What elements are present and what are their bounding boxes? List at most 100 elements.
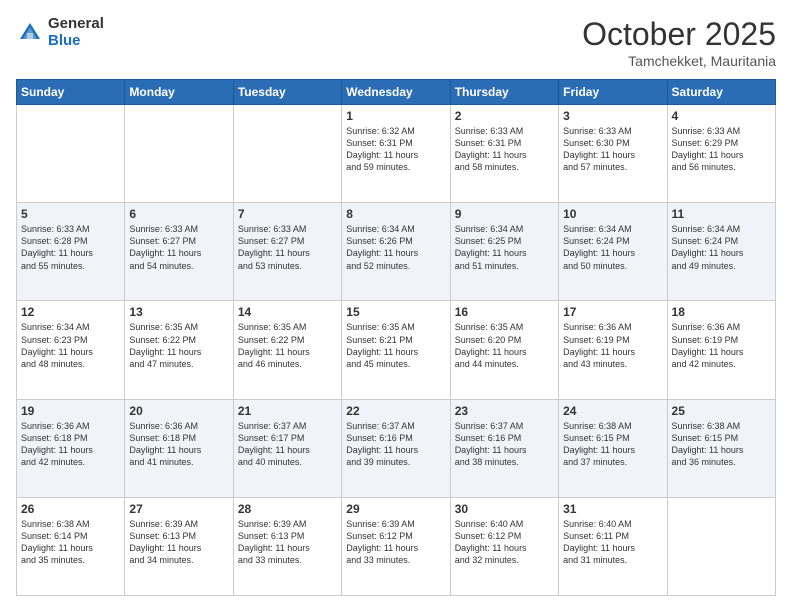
day-info: Sunrise: 6:37 AM Sunset: 6:16 PM Dayligh…	[346, 420, 445, 469]
col-tuesday: Tuesday	[233, 80, 341, 105]
day-number: 20	[129, 404, 228, 418]
table-row: 21 Sunrise: 6:37 AM Sunset: 6:17 PM Dayli…	[233, 399, 341, 497]
day-info: Sunrise: 6:36 AM Sunset: 6:18 PM Dayligh…	[21, 420, 120, 469]
day-info: Sunrise: 6:36 AM Sunset: 6:18 PM Dayligh…	[129, 420, 228, 469]
day-info: Sunrise: 6:33 AM Sunset: 6:29 PM Dayligh…	[672, 125, 771, 174]
day-info: Sunrise: 6:34 AM Sunset: 6:26 PM Dayligh…	[346, 223, 445, 272]
day-info: Sunrise: 6:34 AM Sunset: 6:25 PM Dayligh…	[455, 223, 554, 272]
month-title: October 2025	[582, 16, 776, 53]
calendar-week-row: 26 Sunrise: 6:38 AM Sunset: 6:14 PM Dayli…	[17, 497, 776, 595]
page: General Blue October 2025 Tamchekket, Ma…	[0, 0, 792, 612]
day-number: 2	[455, 109, 554, 123]
col-saturday: Saturday	[667, 80, 775, 105]
day-info: Sunrise: 6:38 AM Sunset: 6:15 PM Dayligh…	[672, 420, 771, 469]
day-info: Sunrise: 6:40 AM Sunset: 6:11 PM Dayligh…	[563, 518, 662, 567]
table-row: 29 Sunrise: 6:39 AM Sunset: 6:12 PM Dayli…	[342, 497, 450, 595]
location-subtitle: Tamchekket, Mauritania	[582, 53, 776, 69]
day-number: 7	[238, 207, 337, 221]
table-row: 22 Sunrise: 6:37 AM Sunset: 6:16 PM Dayli…	[342, 399, 450, 497]
day-info: Sunrise: 6:34 AM Sunset: 6:23 PM Dayligh…	[21, 321, 120, 370]
title-block: October 2025 Tamchekket, Mauritania	[582, 16, 776, 69]
day-number: 10	[563, 207, 662, 221]
col-wednesday: Wednesday	[342, 80, 450, 105]
table-row: 12Sunrise: 6:34 AM Sunset: 6:23 PM Dayli…	[17, 301, 125, 399]
table-row	[233, 105, 341, 203]
table-row: 18 Sunrise: 6:36 AM Sunset: 6:19 PM Dayli…	[667, 301, 775, 399]
day-number: 3	[563, 109, 662, 123]
day-number: 1	[346, 109, 445, 123]
day-number: 9	[455, 207, 554, 221]
day-number: 5	[21, 207, 120, 221]
table-row: 5 Sunrise: 6:33 AM Sunset: 6:28 PM Daylig…	[17, 203, 125, 301]
day-number: 4	[672, 109, 771, 123]
calendar-table: Sunday Monday Tuesday Wednesday Thursday…	[16, 79, 776, 596]
day-number: 23	[455, 404, 554, 418]
table-row: 8Sunrise: 6:34 AM Sunset: 6:26 PM Daylig…	[342, 203, 450, 301]
day-number: 19	[21, 404, 120, 418]
day-info: Sunrise: 6:38 AM Sunset: 6:14 PM Dayligh…	[21, 518, 120, 567]
calendar-week-row: 5 Sunrise: 6:33 AM Sunset: 6:28 PM Daylig…	[17, 203, 776, 301]
calendar-week-row: 1Sunrise: 6:32 AM Sunset: 6:31 PM Daylig…	[17, 105, 776, 203]
day-info: Sunrise: 6:33 AM Sunset: 6:27 PM Dayligh…	[238, 223, 337, 272]
table-row: 19 Sunrise: 6:36 AM Sunset: 6:18 PM Dayli…	[17, 399, 125, 497]
table-row: 1Sunrise: 6:32 AM Sunset: 6:31 PM Daylig…	[342, 105, 450, 203]
table-row: 15Sunrise: 6:35 AM Sunset: 6:21 PM Dayli…	[342, 301, 450, 399]
table-row: 31 Sunrise: 6:40 AM Sunset: 6:11 PM Dayli…	[559, 497, 667, 595]
table-row: 28Sunrise: 6:39 AM Sunset: 6:13 PM Dayli…	[233, 497, 341, 595]
day-number: 29	[346, 502, 445, 516]
table-row: 11Sunrise: 6:34 AM Sunset: 6:24 PM Dayli…	[667, 203, 775, 301]
table-row: 14Sunrise: 6:35 AM Sunset: 6:22 PM Dayli…	[233, 301, 341, 399]
day-number: 21	[238, 404, 337, 418]
day-info: Sunrise: 6:40 AM Sunset: 6:12 PM Dayligh…	[455, 518, 554, 567]
table-row	[17, 105, 125, 203]
day-info: Sunrise: 6:33 AM Sunset: 6:31 PM Dayligh…	[455, 125, 554, 174]
logo: General Blue	[16, 16, 104, 49]
day-info: Sunrise: 6:33 AM Sunset: 6:30 PM Dayligh…	[563, 125, 662, 174]
day-number: 26	[21, 502, 120, 516]
day-number: 6	[129, 207, 228, 221]
day-info: Sunrise: 6:37 AM Sunset: 6:17 PM Dayligh…	[238, 420, 337, 469]
day-info: Sunrise: 6:33 AM Sunset: 6:27 PM Dayligh…	[129, 223, 228, 272]
day-number: 18	[672, 305, 771, 319]
day-info: Sunrise: 6:33 AM Sunset: 6:28 PM Dayligh…	[21, 223, 120, 272]
table-row: 4 Sunrise: 6:33 AM Sunset: 6:29 PM Daylig…	[667, 105, 775, 203]
table-row: 25 Sunrise: 6:38 AM Sunset: 6:15 PM Dayli…	[667, 399, 775, 497]
day-number: 15	[346, 305, 445, 319]
table-row: 23 Sunrise: 6:37 AM Sunset: 6:16 PM Dayli…	[450, 399, 558, 497]
calendar-week-row: 19 Sunrise: 6:36 AM Sunset: 6:18 PM Dayli…	[17, 399, 776, 497]
calendar-week-row: 12Sunrise: 6:34 AM Sunset: 6:23 PM Dayli…	[17, 301, 776, 399]
day-number: 16	[455, 305, 554, 319]
day-number: 31	[563, 502, 662, 516]
day-info: Sunrise: 6:35 AM Sunset: 6:20 PM Dayligh…	[455, 321, 554, 370]
day-number: 11	[672, 207, 771, 221]
table-row	[125, 105, 233, 203]
col-friday: Friday	[559, 80, 667, 105]
logo-icon	[16, 19, 44, 47]
table-row: 17 Sunrise: 6:36 AM Sunset: 6:19 PM Dayli…	[559, 301, 667, 399]
logo-text: General Blue	[48, 16, 104, 49]
day-info: Sunrise: 6:36 AM Sunset: 6:19 PM Dayligh…	[672, 321, 771, 370]
day-info: Sunrise: 6:36 AM Sunset: 6:19 PM Dayligh…	[563, 321, 662, 370]
table-row: 10Sunrise: 6:34 AM Sunset: 6:24 PM Dayli…	[559, 203, 667, 301]
day-number: 22	[346, 404, 445, 418]
day-info: Sunrise: 6:39 AM Sunset: 6:12 PM Dayligh…	[346, 518, 445, 567]
table-row	[667, 497, 775, 595]
logo-blue-text: Blue	[48, 33, 104, 50]
day-number: 24	[563, 404, 662, 418]
day-info: Sunrise: 6:39 AM Sunset: 6:13 PM Dayligh…	[238, 518, 337, 567]
table-row: 27Sunrise: 6:39 AM Sunset: 6:13 PM Dayli…	[125, 497, 233, 595]
table-row: 2 Sunrise: 6:33 AM Sunset: 6:31 PM Daylig…	[450, 105, 558, 203]
table-row: 13 Sunrise: 6:35 AM Sunset: 6:22 PM Dayli…	[125, 301, 233, 399]
table-row: 6 Sunrise: 6:33 AM Sunset: 6:27 PM Daylig…	[125, 203, 233, 301]
col-thursday: Thursday	[450, 80, 558, 105]
day-info: Sunrise: 6:39 AM Sunset: 6:13 PM Dayligh…	[129, 518, 228, 567]
day-number: 13	[129, 305, 228, 319]
day-info: Sunrise: 6:37 AM Sunset: 6:16 PM Dayligh…	[455, 420, 554, 469]
table-row: 3 Sunrise: 6:33 AM Sunset: 6:30 PM Daylig…	[559, 105, 667, 203]
table-row: 26 Sunrise: 6:38 AM Sunset: 6:14 PM Dayli…	[17, 497, 125, 595]
table-row: 20 Sunrise: 6:36 AM Sunset: 6:18 PM Dayli…	[125, 399, 233, 497]
day-number: 17	[563, 305, 662, 319]
day-info: Sunrise: 6:35 AM Sunset: 6:22 PM Dayligh…	[129, 321, 228, 370]
day-number: 25	[672, 404, 771, 418]
day-info: Sunrise: 6:38 AM Sunset: 6:15 PM Dayligh…	[563, 420, 662, 469]
